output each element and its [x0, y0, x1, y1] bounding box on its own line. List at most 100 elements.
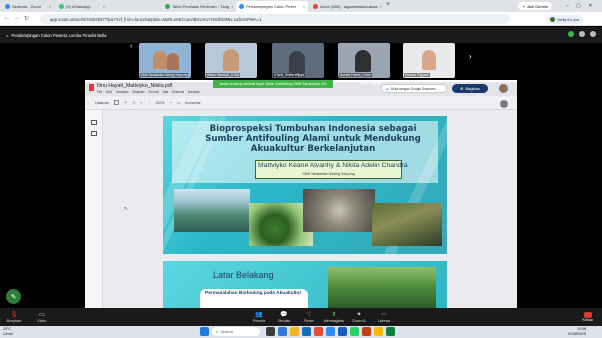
avatar[interactable] — [499, 84, 508, 93]
undo-icon[interactable]: ↶ — [124, 101, 127, 105]
gmail-icon — [313, 4, 318, 9]
browser-tab-2[interactable]: (9) WhatsApp × — [56, 1, 108, 12]
menu-item-extensions[interactable]: Ekstensi — [172, 90, 184, 94]
menu-item-help[interactable]: Bantuan — [188, 90, 200, 94]
close-icon[interactable]: × — [103, 4, 105, 9]
profile-chip[interactable]: Verify it's you — [546, 15, 584, 24]
taskbar-search[interactable]: ⌕ Search — [212, 327, 260, 336]
participant-tile[interactable]: Wisnu Wirawan_UTarb — [205, 43, 257, 78]
toolbar-label: React — [304, 318, 314, 323]
participant-video — [422, 50, 436, 70]
grid-view-icon[interactable] — [579, 31, 585, 37]
excel-icon[interactable] — [386, 327, 395, 336]
view-options-button[interactable]: Lihat Opsi — [360, 80, 380, 85]
react-button[interactable]: ♡ React — [295, 308, 323, 326]
whatsapp-icon — [59, 4, 64, 9]
avatar — [550, 17, 555, 22]
participant-name: SMA Tarakanita Gading Serpong — [140, 73, 189, 77]
share-button[interactable]: ⊕ Bagikan — [452, 84, 488, 93]
weather-widget[interactable]: 29°C Cerah — [3, 327, 13, 336]
participant-tile[interactable]: SMA Tarakanita Gading Serpong — [139, 43, 191, 78]
participant-tile[interactable]: Nuraini Faizah_UTarb — [338, 43, 390, 78]
share-screen-button[interactable]: ⬆ Membagikan — [320, 308, 348, 326]
open-with-docs-button[interactable]: ▤ Buka dengan Google Dokumen — [381, 84, 447, 93]
office-icon[interactable] — [314, 327, 323, 336]
share-icon: ⬆ — [331, 311, 337, 318]
profile-label: Verify it's you — [557, 17, 580, 22]
zoom-top-bar: ● Pendampingan Calon Peserta Lomba Pinwi… — [0, 27, 602, 43]
leave-label: Keluar — [582, 317, 594, 322]
url-input[interactable]: app.zoom.us/wc/92734830277/join?ref_from… — [40, 14, 510, 24]
reload-icon[interactable]: ↻ — [24, 15, 29, 22]
outline-icon[interactable] — [91, 131, 97, 136]
menu-item-edit[interactable]: Edit — [106, 90, 112, 94]
word-icon[interactable] — [338, 327, 347, 336]
close-icon[interactable]: × — [231, 4, 233, 9]
shield-icon: ● — [6, 32, 9, 38]
zoom-top-controls[interactable] — [568, 31, 596, 37]
powerpoint-icon[interactable] — [362, 327, 371, 336]
more-button[interactable]: ⋯ Lainnya — [370, 308, 398, 326]
zoom-in-icon[interactable]: + — [170, 101, 172, 105]
more-icon: ⋯ — [381, 311, 387, 318]
page-number-input[interactable] — [114, 100, 120, 105]
clock-time: 10:58 — [577, 327, 586, 331]
cursor-icon[interactable]: ↖ — [140, 101, 143, 105]
thumbnail-icon[interactable] — [91, 120, 97, 125]
mute-button[interactable]: 🎙 Bunyikan — [0, 308, 28, 326]
video-button[interactable]: ▭ Video — [28, 308, 56, 326]
menu-item-tools[interactable]: Alat — [163, 90, 169, 94]
chat-button[interactable]: 💬 Obrolan — [270, 308, 298, 326]
participants-button[interactable]: 👥 Peserta — [245, 308, 273, 326]
browser-tab-5[interactable]: Inbox (669) - lagaamelabecausa × — [310, 1, 382, 12]
gemini-icon: ✦ — [522, 3, 526, 9]
new-tab-button[interactable]: + — [386, 1, 390, 8]
task-view-icon[interactable] — [266, 327, 275, 336]
participant-tile[interactable]: UTarbi_Shella Wijaya — [272, 43, 324, 78]
whatsapp-app-icon[interactable] — [350, 327, 359, 336]
security-icon[interactable] — [568, 31, 574, 37]
zoom-ai-button[interactable]: ✦ Zoom AI — [345, 308, 373, 326]
zoom-level[interactable]: 120% — [155, 101, 164, 105]
menu-item-view[interactable]: Tampilan — [116, 90, 129, 94]
close-icon[interactable]: × — [303, 4, 305, 9]
chrome-icon[interactable] — [374, 327, 383, 336]
widgets-icon[interactable] — [278, 327, 287, 336]
page-label: Halaman — [95, 100, 110, 105]
ask-gemini-button[interactable]: ✦ Ask Gemini — [518, 2, 552, 10]
close-icon[interactable]: × — [379, 4, 381, 9]
strip-next-icon[interactable]: › — [469, 52, 472, 61]
comment-icon[interactable]: ▭ — [177, 101, 180, 105]
back-icon[interactable]: ← — [4, 15, 10, 21]
file-explorer-icon[interactable] — [290, 327, 299, 336]
comment-button[interactable]: Komentar — [185, 101, 201, 105]
clock[interactable]: 10:58 01/08/2025 — [568, 327, 586, 336]
participant-name: Wisnu Wirawan_UTarb — [206, 73, 241, 77]
scroll-up-icon[interactable] — [500, 100, 508, 108]
close-icon[interactable]: × — [49, 4, 51, 9]
print-icon[interactable]: ⎙ — [132, 101, 135, 105]
menu-item-format[interactable]: Format — [148, 90, 158, 94]
leave-button[interactable]: Keluar — [578, 309, 598, 324]
edge-icon[interactable] — [302, 327, 311, 336]
browser-tab-4-active[interactable]: Pendampingan Calon Peser × — [236, 1, 308, 12]
meeting-title: Pendampingan Calon Peserta Lomba Pinwiht… — [11, 32, 107, 38]
start-icon[interactable] — [200, 327, 209, 336]
window-controls[interactable]: – ▢ ✕ — [566, 3, 595, 9]
windows-taskbar — [0, 326, 602, 338]
forward-icon[interactable]: → — [14, 15, 20, 21]
ai-icon: ✦ — [356, 311, 362, 318]
menu-item-file[interactable]: File — [97, 90, 102, 94]
zoom-app-icon[interactable] — [326, 327, 335, 336]
annotate-pen-icon[interactable]: ✎ — [6, 289, 21, 304]
participant-video — [223, 49, 239, 71]
slide-authors: Mattviyko Keane Alvanhy & Nikita Adelin … — [258, 162, 408, 169]
fullscreen-icon[interactable] — [590, 31, 596, 37]
browser-tab-1[interactable]: Seranda - Zoom × — [2, 1, 54, 12]
browser-tab-3[interactable]: Tabel Penilaian Reviewer - Tang × — [162, 1, 234, 12]
zoom-out-icon[interactable]: − — [148, 101, 150, 105]
clock-date: 01/08/2025 — [568, 331, 586, 336]
menu-item-insert[interactable]: Sisipkan — [132, 90, 144, 94]
strip-prev-icon[interactable]: ‹ — [130, 43, 132, 50]
participant-tile[interactable]: Simona Pujiyanti — [403, 43, 455, 78]
